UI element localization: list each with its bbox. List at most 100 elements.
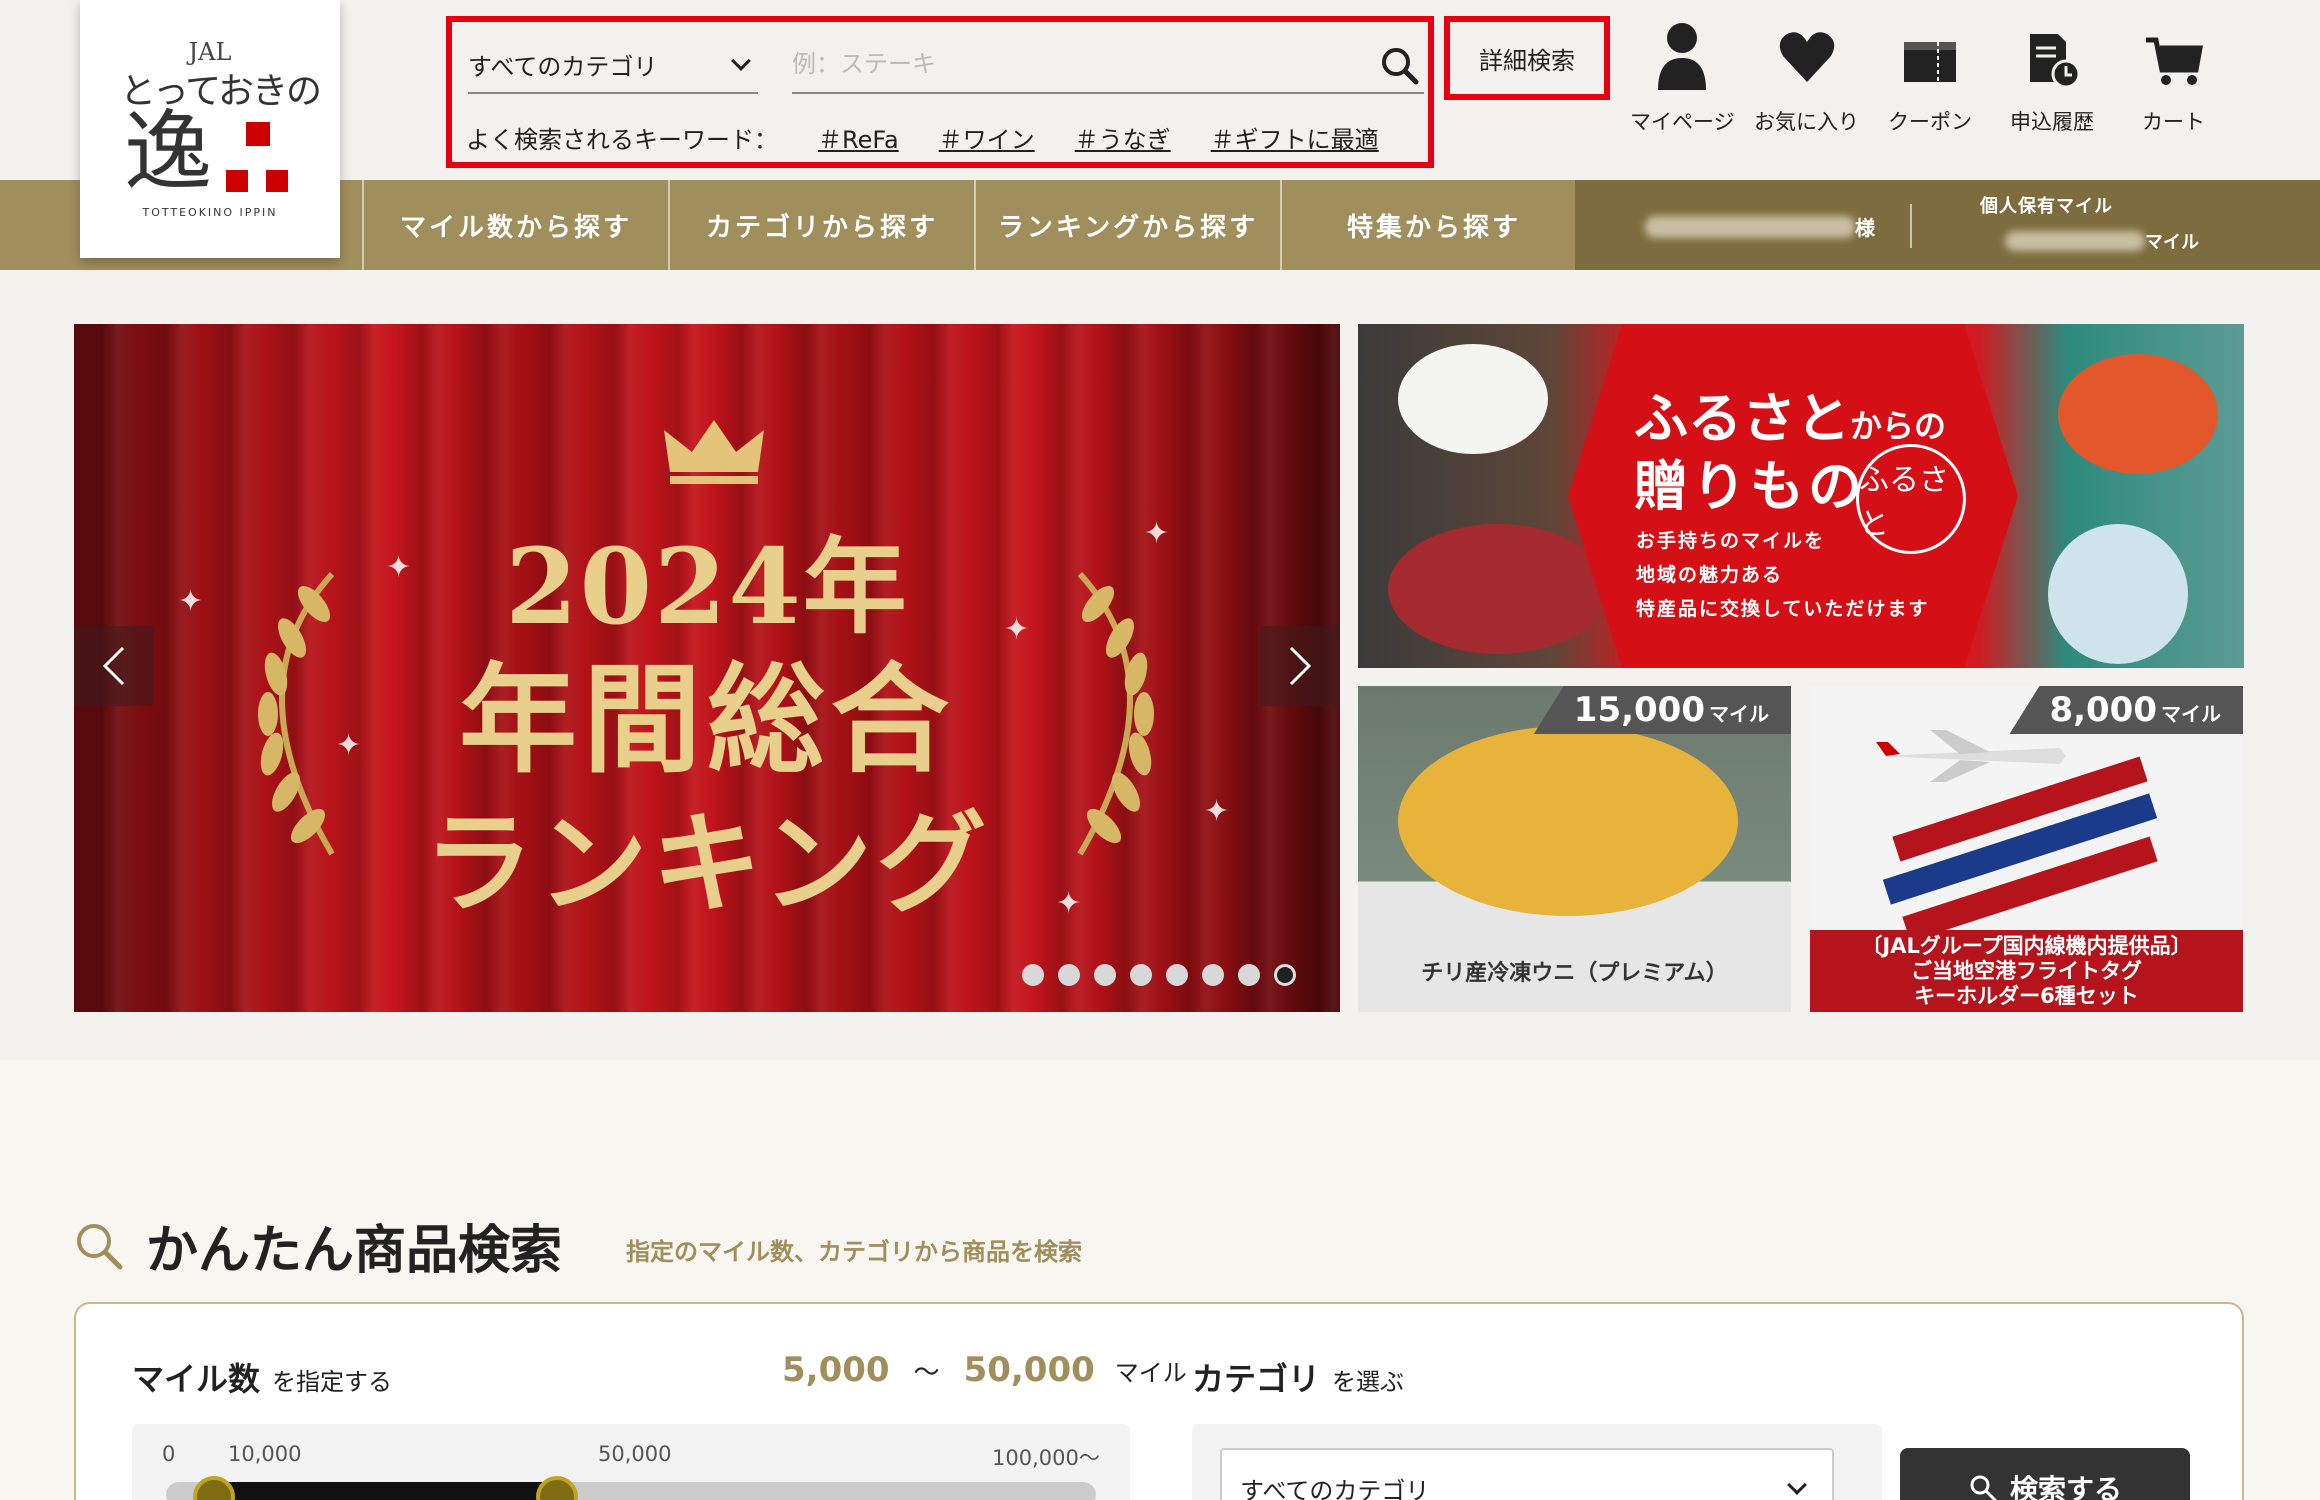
carousel-dot[interactable] — [1166, 964, 1188, 986]
header-nav-cart[interactable]: カート — [2142, 20, 2205, 136]
carousel-next-button[interactable] — [1260, 626, 1340, 706]
carousel-dot[interactable] — [1058, 964, 1080, 986]
product-caption: チリ産冷凍ウニ（プレミアム） — [1358, 930, 1791, 1012]
cart-icon — [2145, 37, 2203, 85]
product-caption: 〔JALグループ国内線機内提供品〕 ご当地空港フライトタグ キーホルダー6種セッ… — [1810, 930, 2243, 1012]
quick-search-title: かんたん商品検索 — [146, 1221, 563, 1281]
product-price-unit: マイル — [2161, 702, 2221, 726]
quick-search-heading: かんたん商品検索 — [74, 1208, 562, 1283]
keyword-tag-unagi[interactable]: ＃うなぎ — [1075, 120, 1171, 155]
search-area-highlight: すべてのカテゴリ よく検索されるキーワード： ＃ReFa ＃ワイン ＃うなぎ ＃… — [446, 16, 1434, 168]
keyword-tag-wine[interactable]: ＃ワイン — [939, 120, 1035, 155]
product-card-flight-tag[interactable]: 8,000 マイル 〔JALグループ国内線機内提供品〕 ご当地空港フライトタグ … — [1810, 686, 2243, 1012]
keyword-search-field — [792, 36, 1424, 94]
carousel-dots — [1022, 964, 1310, 986]
logo-kanji: 逸 — [124, 100, 213, 203]
miles-range-display: 5,000 ～ 50,000 マイル — [782, 1350, 1187, 1390]
category-filter-suffix: を選ぶ — [1332, 1368, 1405, 1396]
hero-carousel[interactable]: ✦ ✦ ✦ ✦ ✦ ✦ ✦ 2024年 年間総合 ランキング — [74, 324, 1340, 1012]
product-caption-line: ご当地空港フライトタグ — [1911, 958, 2142, 983]
logo-square — [266, 170, 288, 192]
quick-search-subtitle: 指定のマイル数、カテゴリから商品を検索 — [626, 1238, 1082, 1266]
furusato-banner[interactable]: ふるさとからの 贈りもの お手持ちのマイルを 地域の魅力ある 特産品に交換してい… — [1358, 324, 2244, 668]
chevron-left-icon — [102, 646, 125, 686]
search-icon[interactable] — [1378, 44, 1420, 86]
header-nav-mypage[interactable]: マイページ — [1630, 20, 1735, 136]
chevron-right-icon — [1289, 646, 1312, 686]
history-icon — [2030, 34, 2081, 89]
nav-item-category[interactable]: カテゴリから探す — [668, 180, 974, 270]
airplane-icon — [1876, 730, 2066, 782]
miles-slider-max-handle[interactable] — [536, 1476, 578, 1500]
slider-tick-label: 50,000 — [598, 1442, 672, 1466]
slider-tick-label: 100,000～ — [992, 1446, 1100, 1470]
miles-filter-suffix: を指定する — [272, 1368, 393, 1396]
quick-search-button[interactable]: 検索する — [1900, 1448, 2190, 1500]
miles-slider-min-handle[interactable] — [193, 1476, 235, 1500]
carousel-dot[interactable] — [1238, 964, 1260, 986]
carousel-prev-button[interactable] — [74, 626, 154, 706]
ikura-image — [2058, 354, 2218, 474]
furusato-title-small: からの — [1850, 407, 1947, 445]
miles-slider-track[interactable] — [166, 1476, 1096, 1500]
advanced-search-button[interactable]: 詳細検索 — [1479, 41, 1575, 76]
user-name-suffix: 様 — [1855, 216, 1875, 240]
header-nav-label: マイページ — [1630, 110, 1735, 134]
header-nav-label: カート — [2142, 110, 2205, 134]
keyword-search-input[interactable] — [792, 39, 1352, 89]
header-nav-label: お気に入り — [1754, 110, 1859, 134]
header-nav-favorites[interactable]: お気に入り — [1754, 20, 1859, 136]
furusato-title-line2: 贈りもの — [1634, 455, 1866, 518]
user-name[interactable]: 様 — [1645, 212, 1875, 241]
category-select[interactable]: すべてのカテゴリ — [468, 36, 758, 94]
header-nav-history[interactable]: 申込履歴 — [2010, 20, 2094, 136]
nav-item-miles[interactable]: マイル数から探す — [362, 180, 668, 270]
miles-range-min: 5,000 — [782, 1350, 890, 1390]
miles-filter-heading: マイル数 を指定する — [132, 1354, 392, 1400]
quick-search-panel: マイル数 を指定する 5,000 ～ 50,000 マイル 0 10,000 5… — [74, 1302, 2244, 1500]
miles-value-redacted — [2005, 231, 2145, 251]
product-card-uni[interactable]: 15,000 マイル チリ産冷凍ウニ（プレミアム） — [1358, 686, 1791, 1012]
site-header: JAL とっておきの 逸 TOTTEOKINO IPPIN すべてのカテゴリ よ… — [0, 0, 2320, 258]
carousel-dot[interactable] — [1094, 964, 1116, 986]
search-icon — [77, 1223, 123, 1269]
product-caption-line: キーホルダー6種セット — [1914, 983, 2139, 1008]
miles-value: マイル — [2005, 228, 2199, 254]
product-price: 15,000 — [1573, 690, 1705, 730]
category-filter-title: カテゴリ — [1192, 1360, 1321, 1398]
quick-search-button-label: 検索する — [2009, 1473, 2122, 1500]
logo-square — [246, 122, 270, 146]
category-filter-heading: カテゴリ を選ぶ — [1192, 1354, 1404, 1400]
chevron-down-icon — [731, 51, 751, 71]
product-caption-line: 〔JALグループ国内線機内提供品〕 — [1861, 933, 2192, 958]
quick-category-select[interactable]: すべてのカテゴリ — [1220, 1448, 1834, 1500]
main-nav-bar: マイル数から探す カテゴリから探す ランキングから探す 特集から探す 様 個人保… — [0, 180, 2320, 270]
product-price-tag: 15,000 マイル — [1533, 686, 1791, 734]
keyword-tag-refa[interactable]: ＃ReFa — [818, 120, 899, 155]
header-nav-label: クーポン — [1888, 110, 1972, 134]
product-price-unit: マイル — [1709, 702, 1769, 726]
category-select-value: すべてのカテゴリ — [468, 52, 658, 81]
header-nav-coupon[interactable]: クーポン — [1888, 20, 1972, 136]
hero-subtitle: ランキング — [423, 799, 991, 928]
slider-tick-label: 10,000 — [228, 1442, 302, 1466]
category-filter-box: すべてのカテゴリ — [1192, 1424, 1882, 1500]
miles-unit: マイル — [2145, 232, 2199, 253]
nav-item-ranking[interactable]: ランキングから探す — [974, 180, 1280, 270]
slider-tick-label: 0 — [162, 1442, 176, 1466]
chevron-down-icon — [1787, 1475, 1807, 1495]
carousel-dot[interactable] — [1022, 964, 1044, 986]
glass-image — [2048, 524, 2188, 664]
carousel-dot[interactable] — [1202, 964, 1224, 986]
person-icon — [1658, 23, 1707, 90]
site-logo[interactable]: JAL とっておきの 逸 TOTTEOKINO IPPIN — [80, 0, 340, 258]
nav-item-feature[interactable]: 特集から探す — [1280, 180, 1586, 270]
popular-keywords: よく検索されるキーワード： ＃ReFa ＃ワイン ＃うなぎ ＃ギフトに最適 — [466, 120, 1379, 155]
carousel-dot[interactable] — [1274, 964, 1296, 986]
miles-range-max: 50,000 — [963, 1350, 1095, 1390]
header-nav-label: 申込履歴 — [2010, 110, 2094, 134]
user-panel-divider — [1910, 204, 1912, 248]
keyword-tag-gift[interactable]: ＃ギフトに最適 — [1211, 120, 1379, 155]
carousel-dot[interactable] — [1130, 964, 1152, 986]
miles-label: 個人保有マイル — [1980, 196, 2113, 217]
